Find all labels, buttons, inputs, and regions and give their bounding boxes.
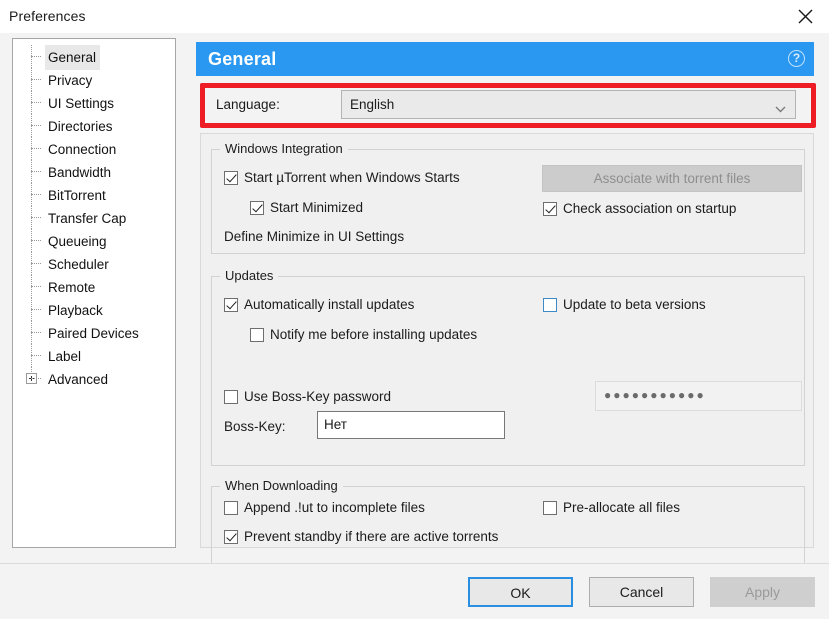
- checkbox-label: Prevent standby if there are active torr…: [244, 529, 499, 544]
- sidebar-item-label: BitTorrent: [48, 188, 106, 203]
- checkbox-label: Use Boss-Key password: [244, 389, 392, 404]
- checkbox-icon: [224, 530, 238, 544]
- chevron-down-icon: [775, 101, 786, 113]
- sidebar-item-label: Bandwidth: [48, 165, 112, 180]
- sidebar-item-transfer-cap[interactable]: Transfer Cap: [13, 206, 175, 229]
- checkbox-preallocate-all-files[interactable]: Pre-allocate all files: [543, 500, 680, 516]
- sidebar-item-label: Scheduler: [48, 257, 109, 272]
- ok-button[interactable]: OK: [468, 577, 573, 607]
- boss-key-label: Boss-Key:: [224, 419, 286, 434]
- sidebar-item-queueing[interactable]: Queueing: [13, 229, 175, 252]
- sidebar-item-directories[interactable]: Directories: [13, 114, 175, 137]
- checkbox-icon: [543, 202, 557, 216]
- when-downloading-group: When Downloading Append .!ut to incomple…: [211, 478, 805, 564]
- checkbox-check-association-on-startup[interactable]: Check association on startup: [543, 201, 736, 217]
- sidebar-item-label-text: Label: [48, 349, 82, 364]
- sidebar-item-label: UI Settings: [48, 96, 115, 111]
- sidebar-item-label: Playback: [48, 303, 103, 318]
- checkbox-notify-before-installing[interactable]: Notify me before installing updates: [250, 327, 477, 343]
- sidebar-item-connection[interactable]: Connection: [13, 137, 175, 160]
- associate-with-torrent-files-button: Associate with torrent files: [542, 165, 802, 192]
- checkbox-label: Automatically install updates: [244, 297, 415, 312]
- checkbox-icon: [250, 328, 264, 342]
- sidebar-item-remote[interactable]: Remote: [13, 275, 175, 298]
- tree-list: General Privacy UI Settings Directories …: [13, 39, 175, 390]
- sidebar-item-privacy[interactable]: Privacy: [13, 68, 175, 91]
- checkbox-icon: [250, 201, 264, 215]
- windows-integration-group: Windows Integration Start µTorrent when …: [211, 141, 805, 254]
- dialog-footer: OK Cancel Apply: [0, 564, 829, 619]
- boss-key-password-input[interactable]: ●●●●●●●●●●●: [595, 381, 802, 411]
- updates-title: Updates: [220, 268, 279, 283]
- define-minimize-note: Define Minimize in UI Settings: [224, 229, 405, 244]
- section-header-general: General ?: [196, 42, 814, 76]
- sidebar-item-bittorrent[interactable]: BitTorrent: [13, 183, 175, 206]
- checkbox-auto-install-updates[interactable]: Automatically install updates: [224, 297, 414, 313]
- sidebar-item-label: Privacy: [48, 73, 93, 88]
- sidebar-item-general[interactable]: General: [13, 45, 175, 70]
- checkbox-icon: [224, 298, 238, 312]
- checkbox-label: Update to beta versions: [563, 297, 706, 312]
- password-masked-value: ●●●●●●●●●●●: [604, 388, 706, 402]
- when-downloading-title: When Downloading: [220, 478, 343, 493]
- checkbox-prevent-standby[interactable]: Prevent standby if there are active torr…: [224, 529, 498, 545]
- checkbox-update-to-beta-versions[interactable]: Update to beta versions: [543, 297, 706, 313]
- checkbox-icon: [543, 501, 557, 515]
- sidebar-item-label: Directories: [48, 119, 113, 134]
- sidebar-item-paired-devices[interactable]: Paired Devices: [13, 321, 175, 344]
- apply-button: Apply: [710, 577, 815, 607]
- language-selected-value: English: [350, 97, 395, 112]
- sidebar-item-label: Advanced: [48, 372, 109, 387]
- checkbox-use-boss-key-password[interactable]: Use Boss-Key password: [224, 389, 391, 405]
- checkbox-append-ut-extension[interactable]: Append .!ut to incomplete files: [224, 500, 425, 516]
- sidebar-item-label[interactable]: Label: [13, 344, 175, 367]
- sidebar-item-bandwidth[interactable]: Bandwidth: [13, 160, 175, 183]
- checkbox-label: Pre-allocate all files: [563, 500, 681, 515]
- checkbox-start-minimized[interactable]: Start Minimized: [250, 200, 363, 216]
- title-bar: Preferences: [0, 0, 829, 33]
- settings-content-pane: General ? Language: English Windows Inte…: [196, 38, 816, 564]
- checkbox-icon: [224, 390, 238, 404]
- sidebar-item-label: Connection: [48, 142, 117, 157]
- window-title: Preferences: [9, 8, 86, 24]
- sidebar-item-scheduler[interactable]: Scheduler: [13, 252, 175, 275]
- language-select[interactable]: English: [341, 90, 796, 119]
- sidebar-item-label: Paired Devices: [48, 326, 139, 341]
- close-button[interactable]: [781, 0, 829, 33]
- checkbox-label: Check association on startup: [563, 201, 737, 216]
- close-icon: [798, 9, 813, 24]
- checkbox-label: Append .!ut to incomplete files: [244, 500, 425, 515]
- checkbox-label: Start µTorrent when Windows Starts: [244, 170, 460, 185]
- sidebar-item-ui-settings[interactable]: UI Settings: [13, 91, 175, 114]
- sidebar-item-label: Queueing: [48, 234, 107, 249]
- cancel-button[interactable]: Cancel: [589, 577, 694, 607]
- sidebar-item-advanced[interactable]: Advanced: [13, 367, 175, 390]
- language-label: Language:: [216, 97, 280, 112]
- expand-plus-icon[interactable]: [26, 373, 37, 384]
- checkbox-start-with-windows[interactable]: Start µTorrent when Windows Starts: [224, 170, 460, 186]
- sidebar-item-label: General: [45, 45, 101, 70]
- checkbox-label: Start Minimized: [270, 200, 364, 215]
- updates-group: Updates Automatically install updates No…: [211, 268, 805, 466]
- page-title: General: [208, 49, 277, 69]
- help-icon[interactable]: ?: [788, 50, 805, 67]
- boss-key-input[interactable]: Нет: [317, 411, 505, 439]
- settings-category-tree[interactable]: General Privacy UI Settings Directories …: [12, 38, 176, 548]
- checkbox-icon: [224, 501, 238, 515]
- general-settings-panel: Windows Integration Start µTorrent when …: [200, 133, 814, 564]
- sidebar-item-playback[interactable]: Playback: [13, 298, 175, 321]
- checkbox-label: Notify me before installing updates: [270, 327, 478, 342]
- sidebar-item-label: Remote: [48, 280, 96, 295]
- language-row: Language: English: [206, 90, 806, 122]
- checkbox-icon: [543, 298, 557, 312]
- windows-integration-title: Windows Integration: [220, 141, 348, 156]
- dialog-body: General Privacy UI Settings Directories …: [0, 33, 829, 619]
- checkbox-icon: [224, 171, 238, 185]
- sidebar-item-label: Transfer Cap: [48, 211, 127, 226]
- boss-key-value: Нет: [324, 417, 347, 432]
